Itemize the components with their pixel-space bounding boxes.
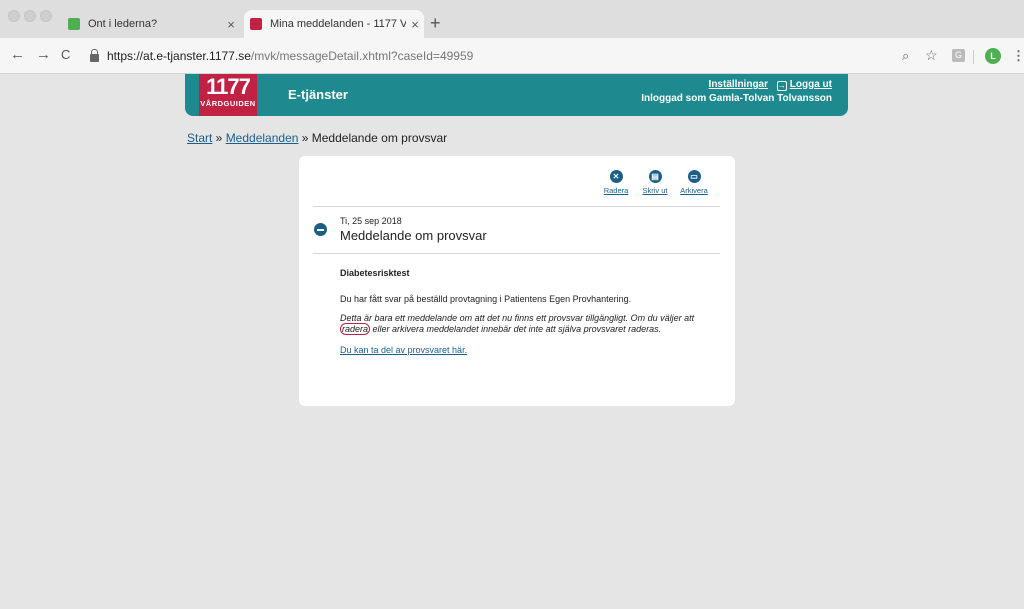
delete-icon: ✕	[609, 170, 623, 183]
view-test-result-link[interactable]: Du kan ta del av provsvaret här.	[340, 345, 467, 355]
minimize-window-button[interactable]	[24, 10, 36, 22]
note-text: Detta är bara ett meddelande om att det …	[340, 313, 695, 323]
print-icon: ▤	[648, 170, 662, 183]
message-card: ✕ Radera ▤ Skriv ut ▭ Arkivera Ti, 25 se…	[299, 156, 735, 406]
maximize-window-button[interactable]	[40, 10, 52, 22]
lock-icon	[90, 49, 99, 62]
browser-toolbar: ← → C https://at.e-tjanster.1177.se/mvk/…	[0, 38, 1024, 74]
tab-close-icon[interactable]: ×	[222, 17, 240, 32]
browser-tab-mina-meddelanden[interactable]: Mina meddelanden - 1177 Vård ×	[244, 10, 424, 38]
profile-avatar[interactable]: L	[985, 48, 1001, 64]
note-text: eller arkivera meddelandet innebär det i…	[370, 324, 662, 334]
archive-button[interactable]: ▭ Arkivera	[675, 170, 713, 195]
tab-title: Ont i lederna?	[88, 18, 158, 30]
site-favicon-icon	[250, 18, 262, 30]
message-title: Meddelande om provsvar	[340, 228, 487, 243]
close-window-button[interactable]	[8, 10, 20, 22]
delete-button[interactable]: ✕ Radera	[597, 170, 635, 195]
collapse-minus-icon[interactable]	[314, 223, 327, 236]
delete-label: Radera	[603, 186, 629, 195]
1177-vardguiden-logo[interactable]: 1177 VÅRDGUIDEN	[199, 74, 257, 116]
url-host: https://at.e-tjanster.1177.se	[107, 49, 251, 63]
browser-tab-strip: Ont i lederna? × Mina meddelanden - 1177…	[0, 0, 1024, 38]
logo-number: 1177	[206, 74, 251, 99]
extension-icon[interactable]: G	[952, 49, 965, 62]
url-path: /mvk/messageDetail.xhtml?caseId=49959	[250, 49, 474, 63]
circled-word-radera: radera	[340, 323, 371, 335]
user-panel: Inställningar → Logga ut Inloggad som Gam…	[641, 78, 832, 106]
breadcrumb-messages-link[interactable]: Meddelanden	[226, 131, 299, 145]
browser-menu-icon[interactable]: ⋮	[1012, 48, 1024, 64]
forward-arrow-icon[interactable]: →	[36, 46, 51, 64]
print-button[interactable]: ▤ Skriv ut	[636, 170, 674, 195]
site-header: 1177 VÅRDGUIDEN E-tjänster Inställningar…	[185, 74, 848, 116]
browser-tab-ont-i-lederna[interactable]: Ont i lederna? ×	[62, 10, 240, 38]
settings-link[interactable]: Inställningar	[709, 79, 768, 90]
tab-title: Mina meddelanden - 1177 Vård	[270, 18, 406, 30]
zoom-icon[interactable]: ⌕	[902, 48, 909, 64]
tab-close-icon[interactable]: ×	[406, 17, 424, 32]
reload-icon[interactable]: C	[61, 46, 70, 64]
back-arrow-icon[interactable]: ←	[10, 46, 25, 64]
breadcrumb-separator: »	[298, 131, 312, 145]
breadcrumb-start-link[interactable]: Start	[187, 131, 212, 145]
divider	[313, 253, 720, 254]
message-date: Ti, 25 sep 2018	[340, 216, 402, 226]
logout-icon[interactable]: →	[776, 81, 787, 91]
message-body-note: Detta är bara ett meddelande om att det …	[340, 313, 730, 335]
logo-subtitle: VÅRDGUIDEN	[200, 99, 256, 108]
print-label: Skriv ut	[642, 186, 668, 195]
breadcrumb-current: Meddelande om provsvar	[311, 131, 448, 145]
bookmark-star-icon[interactable]: ☆	[925, 47, 938, 64]
logout-link[interactable]: Logga ut	[790, 79, 832, 90]
breadcrumb-separator: »	[212, 131, 226, 145]
toolbar-divider	[973, 50, 974, 64]
message-actions: ✕ Radera ▤ Skriv ut ▭ Arkivera	[596, 170, 713, 195]
new-tab-button[interactable]: +	[430, 14, 441, 32]
archive-label: Arkivera	[680, 186, 708, 195]
service-name: E-tjänster	[288, 87, 348, 102]
message-body-paragraph: Du har fått svar på beställd provtagning…	[340, 294, 632, 304]
breadcrumb: Start » Meddelanden » Meddelande om prov…	[187, 131, 447, 145]
message-body-title: Diabetesrisktest	[340, 268, 410, 278]
divider	[313, 206, 720, 207]
archive-icon: ▭	[687, 170, 701, 183]
logged-in-user: Inloggad som Gamla-Tolvan Tolvansson	[641, 93, 832, 104]
address-bar[interactable]: https://at.e-tjanster.1177.se/mvk/messag…	[84, 43, 944, 69]
site-favicon-icon	[68, 18, 80, 30]
